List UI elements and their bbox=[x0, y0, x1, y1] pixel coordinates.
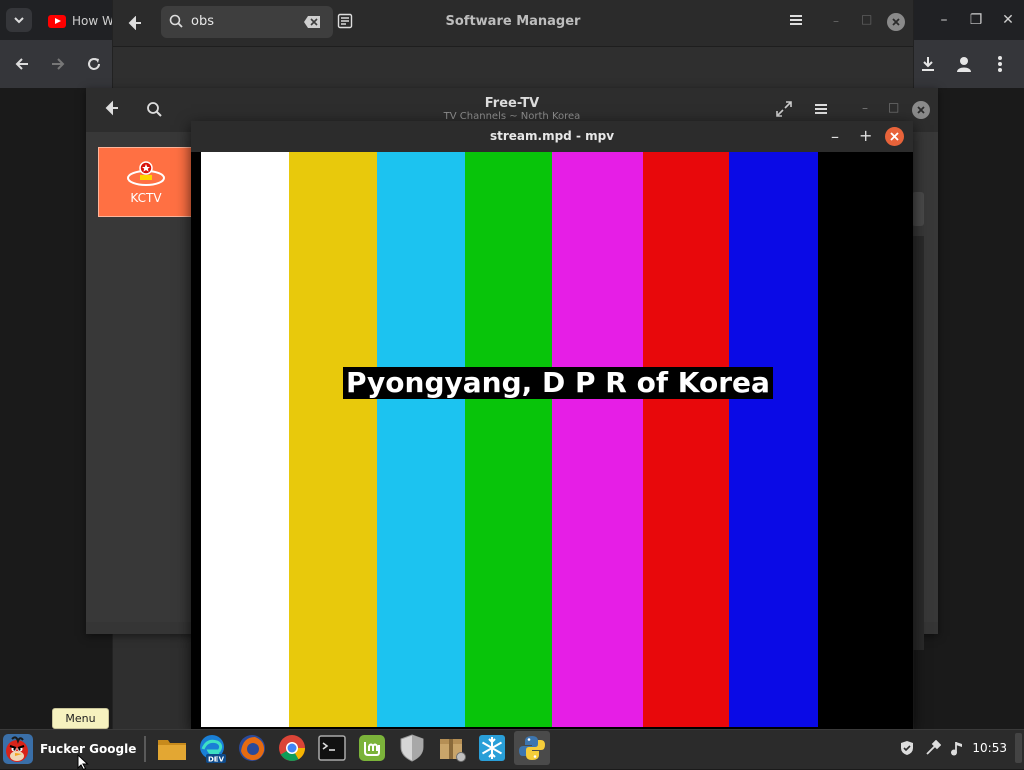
reload-icon bbox=[88, 58, 100, 70]
angry-bird-icon bbox=[3, 734, 33, 764]
clock[interactable]: 10:53 bbox=[972, 741, 1007, 755]
scroll-button[interactable] bbox=[912, 192, 924, 226]
color-bar-black bbox=[818, 152, 913, 727]
shield-icon bbox=[400, 734, 424, 762]
kctv-logo-icon bbox=[127, 161, 165, 186]
search-icon[interactable] bbox=[146, 101, 162, 117]
downloads-button[interactable] bbox=[912, 48, 944, 80]
browser-minimize-button[interactable]: – bbox=[928, 0, 960, 40]
edge-dev-icon: DEV bbox=[200, 735, 226, 764]
mpv-window: stream.mpd - mpv – + Pyongyang, D P R of… bbox=[191, 121, 913, 729]
mpv-maximize-button[interactable]: + bbox=[859, 126, 872, 145]
color-bar-white bbox=[201, 152, 289, 727]
taskbar-app-firewall[interactable] bbox=[394, 731, 430, 765]
terminal-icon bbox=[318, 735, 346, 761]
arrow-right-icon bbox=[52, 58, 65, 70]
color-bar-yellow bbox=[289, 152, 377, 727]
menu-tooltip: Menu bbox=[52, 708, 109, 729]
swmgr-maximize-button[interactable]: □ bbox=[861, 12, 872, 26]
tab-search-button[interactable] bbox=[6, 8, 32, 32]
browser-tab-title: How W bbox=[72, 14, 112, 28]
channel-label: KCTV bbox=[130, 191, 162, 205]
python-icon bbox=[519, 736, 545, 760]
taskbar-app-files[interactable] bbox=[154, 731, 190, 765]
snowflake-icon bbox=[479, 735, 505, 761]
scrollbar[interactable] bbox=[912, 236, 924, 650]
taskbar-separator bbox=[144, 736, 146, 762]
hamburger-menu-icon[interactable] bbox=[789, 14, 803, 26]
swmgr-close-button[interactable] bbox=[887, 13, 905, 31]
music-note-icon bbox=[951, 742, 963, 756]
swmgr-minimize-button[interactable]: – bbox=[833, 14, 839, 28]
taskbar-app-firefox[interactable] bbox=[234, 731, 270, 765]
close-icon bbox=[890, 132, 899, 141]
color-bar-cyan bbox=[377, 152, 465, 727]
chevron-down-icon bbox=[14, 17, 24, 24]
svg-text:DEV: DEV bbox=[208, 756, 225, 764]
files-icon bbox=[158, 740, 186, 760]
firefox-icon bbox=[239, 735, 265, 761]
browser-window-controls: – ❐ ✕ bbox=[928, 0, 1024, 40]
mpv-window-title: stream.mpd - mpv bbox=[489, 129, 615, 143]
shield-check-icon bbox=[901, 741, 914, 755]
color-bar-blue bbox=[729, 152, 818, 727]
color-bar-magenta bbox=[552, 152, 643, 727]
taskbar-app-archive-manager[interactable] bbox=[434, 731, 470, 765]
profile-button[interactable] bbox=[948, 48, 980, 80]
browser-forward-button[interactable] bbox=[46, 52, 70, 76]
show-desktop-button[interactable] bbox=[1015, 733, 1022, 763]
taskbar-app-update-manager[interactable] bbox=[354, 731, 390, 765]
taskbar-app-snowflake[interactable] bbox=[474, 731, 510, 765]
browser-back-button[interactable] bbox=[10, 52, 34, 76]
arrow-left-icon bbox=[15, 58, 28, 70]
clear-search-icon[interactable] bbox=[303, 15, 321, 29]
video-caption: Pyongyang, D P R of Korea bbox=[343, 367, 773, 399]
browser-menu-button[interactable] bbox=[984, 48, 1016, 80]
chrome-icon bbox=[279, 735, 305, 761]
fullscreen-icon[interactable] bbox=[776, 101, 792, 117]
swmgr-window-title: Software Manager bbox=[445, 14, 581, 29]
taskbar-app-python[interactable] bbox=[514, 731, 550, 765]
user-icon bbox=[957, 57, 971, 72]
mpv-minimize-button[interactable]: – bbox=[831, 127, 839, 146]
hamburger-menu-icon[interactable] bbox=[814, 103, 828, 115]
installed-list-icon[interactable] bbox=[337, 13, 353, 29]
search-icon bbox=[169, 14, 183, 28]
mpv-close-button[interactable] bbox=[885, 127, 904, 146]
channel-tile-kctv[interactable]: KCTV bbox=[98, 147, 194, 217]
color-bar-red bbox=[643, 152, 729, 727]
taskbar-app-edge-dev[interactable]: DEV bbox=[194, 731, 230, 765]
back-arrow-icon bbox=[128, 16, 141, 30]
mintupdate-icon bbox=[359, 735, 385, 761]
free-tv-maximize-button[interactable]: □ bbox=[888, 100, 899, 114]
close-icon bbox=[917, 106, 925, 114]
browser-reload-button[interactable] bbox=[82, 52, 106, 76]
free-tv-minimize-button[interactable]: – bbox=[862, 101, 868, 115]
tray-color-picker[interactable] bbox=[920, 740, 946, 756]
start-menu-button[interactable]: Fucker Google bbox=[2, 731, 136, 767]
free-tv-close-button[interactable] bbox=[912, 101, 930, 119]
taskbar-app-terminal[interactable] bbox=[314, 731, 350, 765]
download-icon bbox=[922, 57, 934, 71]
kebab-menu-icon bbox=[998, 56, 1002, 72]
close-icon bbox=[892, 18, 900, 26]
video-frame[interactable]: Pyongyang, D P R of Korea bbox=[201, 152, 913, 727]
eyedropper-icon bbox=[926, 740, 942, 755]
back-arrow-icon[interactable] bbox=[104, 100, 120, 116]
taskbar-app-chrome[interactable] bbox=[274, 731, 310, 765]
color-bar-green bbox=[465, 152, 552, 727]
swmgr-back-button[interactable] bbox=[123, 11, 147, 35]
browser-close-button[interactable]: ✕ bbox=[992, 0, 1024, 40]
tray-security[interactable] bbox=[894, 740, 920, 756]
youtube-icon bbox=[48, 14, 66, 28]
free-tv-title: Free-TV bbox=[484, 96, 540, 111]
system-tray: 10:53 bbox=[894, 731, 1024, 765]
browser-restore-button[interactable]: ❐ bbox=[960, 0, 992, 40]
tray-sound[interactable] bbox=[946, 740, 968, 756]
browser-tab[interactable]: How W bbox=[40, 6, 112, 36]
archive-manager-icon bbox=[440, 739, 466, 762]
